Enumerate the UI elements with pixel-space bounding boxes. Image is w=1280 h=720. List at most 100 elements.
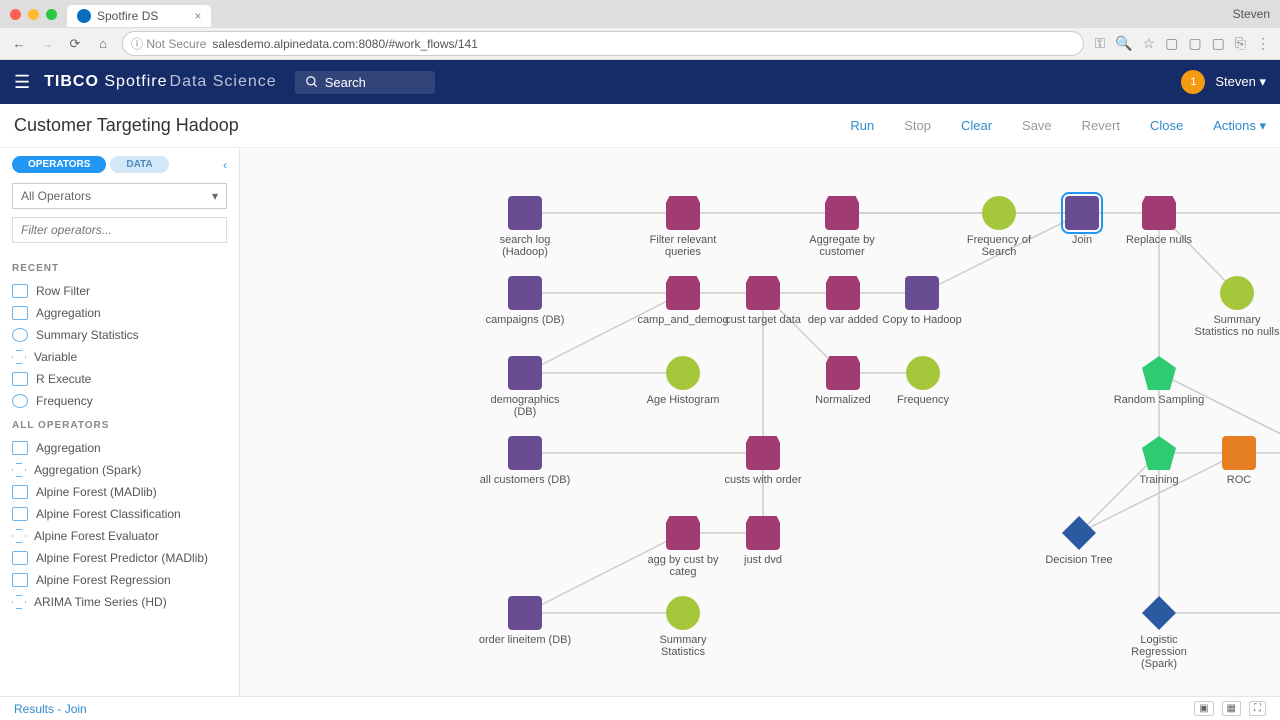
ext3-icon[interactable]: ▢ — [1212, 35, 1225, 52]
global-search[interactable]: Search — [295, 71, 435, 94]
cast-icon[interactable]: ⎘ — [1235, 35, 1246, 52]
node-icon — [1142, 596, 1176, 630]
workflow-node[interactable]: Filter relevant queries — [636, 196, 730, 258]
star-icon[interactable]: ☆ — [1143, 35, 1156, 52]
node-icon — [666, 356, 700, 390]
recent-operator-item[interactable]: Aggregation — [12, 302, 227, 324]
recent-operator-item[interactable]: Summary Statistics — [12, 324, 227, 346]
chrome-profile[interactable]: Steven — [1233, 7, 1270, 21]
operator-item[interactable]: Alpine Forest Predictor (MADlib) — [12, 547, 227, 569]
workflow-node[interactable]: Validation — [1272, 436, 1280, 486]
node-label: Frequency of Search — [952, 234, 1046, 258]
node-icon — [666, 516, 700, 550]
operator-icon — [12, 372, 28, 386]
workflow-node[interactable]: Frequency — [876, 356, 970, 406]
grid-icon[interactable]: ▦ — [1222, 701, 1241, 716]
recent-operator-item[interactable]: Frequency — [12, 390, 227, 412]
operator-icon — [12, 350, 26, 364]
node-label: Replace nulls — [1112, 234, 1206, 246]
operator-item[interactable]: Aggregation — [12, 437, 227, 459]
browser-tab[interactable]: Spotfire DS × — [67, 5, 211, 27]
stop-button[interactable]: Stop — [904, 118, 931, 134]
workflow-node[interactable]: Classifier — [1272, 596, 1280, 646]
maximize-window-icon[interactable] — [46, 9, 57, 20]
operator-item[interactable]: ARIMA Time Series (HD) — [12, 591, 227, 613]
workflow-node[interactable]: demographics (DB) — [478, 356, 572, 418]
notification-badge[interactable]: 1 — [1181, 70, 1205, 94]
run-button[interactable]: Run — [850, 118, 874, 134]
workflow-node[interactable]: Age Histogram — [636, 356, 730, 406]
operator-icon — [12, 441, 28, 455]
operator-item[interactable]: Alpine Forest (MADlib) — [12, 481, 227, 503]
actions-menu[interactable]: Actions ▾ — [1213, 118, 1266, 134]
recent-operator-item[interactable]: Variable — [12, 346, 227, 368]
operator-item[interactable]: Alpine Forest Evaluator — [12, 525, 227, 547]
node-icon — [666, 196, 700, 230]
workflow-node[interactable]: ROC — [1192, 436, 1280, 486]
workflow-node[interactable]: Random Sampling — [1112, 356, 1206, 406]
operator-item[interactable]: Alpine Forest Regression — [12, 569, 227, 591]
all-operators-heading: ALL OPERATORS — [12, 420, 227, 431]
operator-category-select[interactable]: All Operators▾ — [12, 183, 227, 209]
node-icon — [508, 276, 542, 310]
tab-close-icon[interactable]: × — [194, 9, 201, 23]
workflow-actions: Run Stop Clear Save Revert Close Actions… — [850, 118, 1266, 134]
workflow-node[interactable]: Summary Statistics no nulls — [1190, 276, 1280, 338]
fullscreen-icon[interactable]: ⛶ — [1249, 701, 1266, 716]
key-icon[interactable]: ⚿ — [1094, 35, 1105, 52]
operator-icon — [12, 529, 26, 543]
tab-operators[interactable]: OPERATORS — [12, 156, 106, 173]
recent-operator-item[interactable]: R Execute — [12, 368, 227, 390]
clear-button[interactable]: Clear — [961, 118, 992, 134]
node-icon — [982, 196, 1016, 230]
node-label: Summary Statistics — [636, 634, 730, 658]
operator-icon — [12, 551, 28, 565]
node-label: Frequency — [876, 394, 970, 406]
tab-data[interactable]: DATA — [110, 156, 168, 173]
workflow-node[interactable]: Decision Tree — [1032, 516, 1126, 566]
save-button[interactable]: Save — [1022, 118, 1052, 134]
workflow-node[interactable]: search log (Hadoop) — [478, 196, 572, 258]
user-name[interactable]: Steven ▾ — [1215, 74, 1266, 90]
node-label: custs with order — [716, 474, 810, 486]
url-field[interactable]: ⓘ Not Secure salesdemo.alpinedata.com:80… — [122, 31, 1084, 56]
workflow-node[interactable]: Replace nulls — [1112, 196, 1206, 246]
filter-operators-input[interactable] — [12, 217, 227, 243]
node-icon — [666, 596, 700, 630]
search-icon[interactable]: 🔍 — [1115, 35, 1132, 52]
workflow-node[interactable]: Summary Statistics — [636, 596, 730, 658]
workflow-node[interactable]: Clustering — [1272, 196, 1280, 246]
ext1-icon[interactable]: ▢ — [1165, 35, 1178, 52]
node-label: just dvd — [716, 554, 810, 566]
expand-icon[interactable]: ▣ — [1194, 701, 1213, 716]
workflow-node[interactable]: all customers (DB) — [478, 436, 572, 486]
workflow-node[interactable]: just dvd — [716, 516, 810, 566]
revert-button[interactable]: Revert — [1082, 118, 1120, 134]
hamburger-icon[interactable]: ☰ — [14, 72, 30, 93]
operator-item[interactable]: Aggregation (Spark) — [12, 459, 227, 481]
workflow-node[interactable]: Copy to Hadoop — [875, 276, 969, 326]
recent-operator-item[interactable]: Row Filter — [12, 280, 227, 302]
workflow-node[interactable]: Frequency of Search — [952, 196, 1046, 258]
close-window-icon[interactable] — [10, 9, 21, 20]
node-label: Logistic Regression (Spark) — [1112, 634, 1206, 670]
operator-item[interactable]: Alpine Forest Classification — [12, 503, 227, 525]
workflow-canvas[interactable]: search log (Hadoop) Filter relevant queri… — [240, 148, 1280, 696]
operator-icon — [12, 394, 28, 408]
minimize-window-icon[interactable] — [28, 9, 39, 20]
workflow-node[interactable]: custs with order — [716, 436, 810, 486]
home-icon[interactable]: ⌂ — [94, 36, 112, 51]
workflow-node[interactable]: order lineitem (DB) — [478, 596, 572, 646]
back-icon[interactable]: ← — [10, 36, 28, 51]
ext2-icon[interactable]: ▢ — [1188, 35, 1201, 52]
workflow-node[interactable]: Aggregate by customer — [795, 196, 889, 258]
close-button[interactable]: Close — [1150, 118, 1183, 134]
workflow-node[interactable]: Logistic Regression (Spark) — [1112, 596, 1206, 670]
collapse-sidebar-icon[interactable]: ‹ — [223, 158, 227, 172]
workflow-node[interactable]: campaigns (DB) — [478, 276, 572, 326]
user-area[interactable]: 1 Steven ▾ — [1181, 70, 1266, 94]
menu-icon[interactable]: ⋮ — [1256, 35, 1270, 52]
footer-bar: Results - Join ▣ ▦ ⛶ — [0, 696, 1280, 720]
reload-icon[interactable]: ⟳ — [66, 36, 84, 52]
results-label[interactable]: Results - Join — [14, 702, 87, 716]
